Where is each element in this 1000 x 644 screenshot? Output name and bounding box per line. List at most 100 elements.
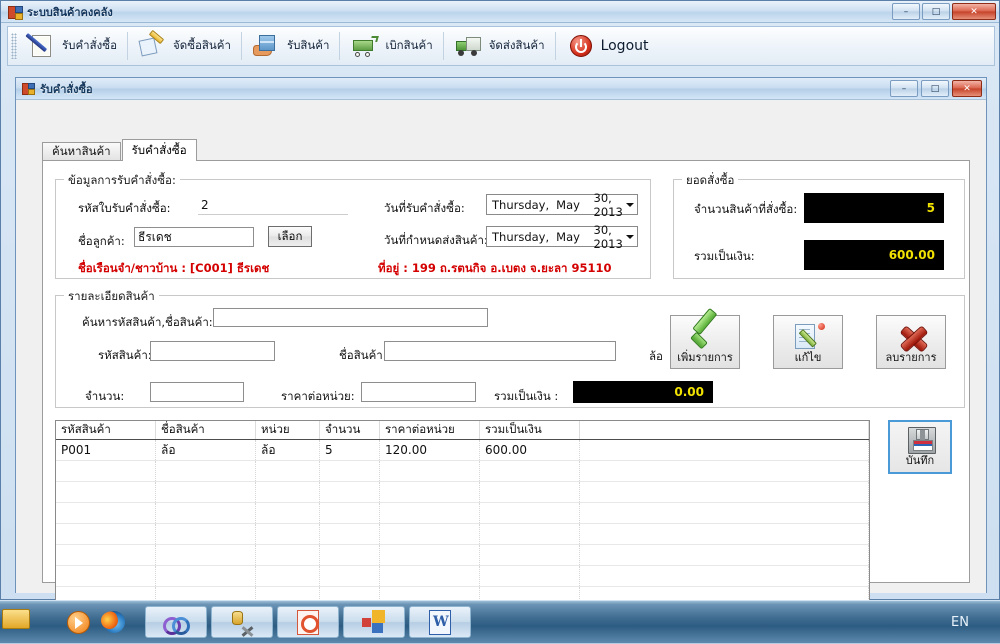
taskbar-item-powerpoint[interactable] — [277, 606, 339, 638]
table-row[interactable]: P001 ล้อ ล้อ 5 120.00 600.00 — [56, 440, 869, 461]
start-button[interactable] — [2, 603, 54, 641]
cell-empty — [480, 545, 580, 565]
customer-name-input[interactable]: ธีรเดช — [134, 227, 254, 247]
app-close-button[interactable]: ✕ — [952, 3, 996, 20]
mdi-close-button[interactable]: ✕ — [952, 80, 982, 97]
select-customer-button[interactable]: เลือก — [268, 226, 312, 247]
toolbar-button-logout[interactable]: Logout — [558, 28, 657, 64]
grid-col-unit-price[interactable]: ราคาต่อหน่วย — [380, 421, 480, 439]
table-row-empty[interactable] — [56, 566, 869, 587]
order-items-grid[interactable]: รหัสสินค้า ชื่อสินค้า หน่วย จำนวน ราคาต่… — [55, 420, 870, 602]
add-item-button[interactable]: เพิ่มรายการ — [670, 315, 740, 369]
chevron-down-icon[interactable] — [623, 202, 637, 207]
receipt-code-input[interactable]: 2 — [198, 195, 348, 215]
cell-empty — [256, 524, 320, 544]
toolbar-label-logout: Logout — [600, 38, 649, 54]
tab-receive-order[interactable]: รับคำสั่งซื้อ — [121, 139, 197, 161]
receive-order-window-controls: – □ ✕ — [890, 80, 982, 97]
table-row-empty[interactable] — [56, 482, 869, 503]
app-maximize-button[interactable]: □ — [922, 3, 950, 20]
media-player-icon[interactable] — [66, 609, 92, 635]
edit-item-button[interactable]: แก้ไข — [773, 315, 843, 369]
grid-col-line-total[interactable]: รวมเป็นเงิน — [480, 421, 580, 439]
cell-empty — [480, 503, 580, 523]
toolbar-button-withdraw[interactable]: เบิกสินค้า — [342, 28, 440, 64]
order-totals-group-title: ยอดสั่งซื้อ — [682, 172, 739, 190]
toolbar-separator — [126, 32, 128, 60]
order-date-picker[interactable]: Thursday , May 30, 2013 — [486, 191, 638, 219]
due-date-comma: , — [545, 229, 550, 244]
taskbar-item-visual-studio[interactable] — [145, 606, 207, 638]
mdi-minimize-button[interactable]: – — [890, 80, 918, 97]
toolbar-label-delivery: จัดส่งสินค้า — [488, 38, 545, 52]
customer-info-text: ชื่อเรือนจำ/ชาวบ้าน : [C001] ธีรเดช — [78, 261, 270, 275]
save-button[interactable]: บันทึก — [888, 420, 952, 474]
cell-empty — [320, 503, 380, 523]
grid-col-unit[interactable]: หน่วย — [256, 421, 320, 439]
toolbar-button-receive-order[interactable]: รับคำสั่งซื้อ — [19, 28, 125, 64]
cell-empty — [56, 566, 156, 586]
power-icon — [566, 32, 596, 60]
product-price-input[interactable] — [361, 382, 476, 402]
grid-col-product-code[interactable]: รหัสสินค้า — [56, 421, 156, 439]
firefox-icon[interactable] — [101, 609, 127, 635]
product-name-input[interactable] — [384, 341, 616, 361]
taskbar-item-colored-squares[interactable] — [343, 606, 405, 638]
product-qty-input[interactable] — [150, 382, 244, 402]
chevron-down-icon[interactable] — [623, 234, 637, 239]
cell-empty — [156, 461, 256, 481]
cell-empty — [380, 461, 480, 481]
grid-col-product-name[interactable]: ชื่อสินค้า — [156, 421, 256, 439]
order-qty-label: จำนวนสินค้าที่สั่งซื้อ: — [694, 202, 798, 216]
app-minimize-button[interactable]: – — [892, 3, 920, 20]
cell-empty — [380, 524, 480, 544]
delete-item-button[interactable]: ลบรายการ — [876, 315, 946, 369]
toolbar-button-delivery[interactable]: จัดส่งสินค้า — [446, 28, 553, 64]
language-indicator[interactable]: EN — [951, 615, 969, 630]
due-date-day: Thursday — [492, 229, 546, 244]
cell-empty — [320, 545, 380, 565]
order-amount-value: 600.00 — [888, 248, 935, 262]
cell-empty — [320, 524, 380, 544]
taskbar-item-database-tools[interactable] — [211, 606, 273, 638]
product-detail-group: รายละเอียดสินค้า ค้นหารหัสสินค้า,ชื่อสิน… — [55, 288, 965, 408]
due-date-picker[interactable]: Thursday , May 30, 2013 — [486, 223, 638, 251]
red-x-icon — [877, 320, 945, 352]
product-code-input[interactable] — [150, 341, 275, 361]
edit-pencil-icon — [774, 320, 842, 352]
grid-col-qty[interactable]: จำนวน — [320, 421, 380, 439]
tab-search-products[interactable]: ค้นหาสินค้า — [42, 142, 121, 161]
cell-empty — [256, 566, 320, 586]
product-search-label: ค้นหารหัสสินค้า,ชื่อสินค้า: — [82, 315, 213, 329]
receipt-code-value: 2 — [201, 197, 209, 212]
toolbar-label-receive-goods: รับสินค้า — [286, 38, 330, 52]
table-row-empty[interactable] — [56, 461, 869, 482]
taskbar-window-list — [145, 606, 471, 638]
tabstrip: ค้นหาสินค้า รับคำสั่งซื้อ ข้อมูลการรับคำ… — [42, 139, 970, 602]
cell-empty — [480, 482, 580, 502]
due-date-label: วันที่กำหนดส่งสินค้า: — [384, 233, 488, 247]
table-row-empty[interactable] — [56, 524, 869, 545]
product-search-input[interactable] — [213, 308, 488, 327]
mdi-maximize-button[interactable]: □ — [921, 80, 949, 97]
grid-empty-rows — [56, 461, 869, 601]
product-name-label: ชื่อสินค้า: — [339, 348, 387, 362]
toolbar-button-receive-goods[interactable]: รับสินค้า — [244, 28, 338, 64]
database-tools-icon — [229, 609, 255, 637]
line-total-display: 0.00 — [573, 381, 713, 403]
grid-col-filler[interactable] — [580, 421, 869, 439]
toolbar-grip[interactable] — [11, 33, 17, 59]
cell-empty — [256, 461, 320, 481]
table-row-empty[interactable] — [56, 545, 869, 566]
green-check-icon — [671, 320, 739, 352]
word-icon — [427, 609, 453, 635]
toolbar-separator — [339, 32, 341, 60]
product-unit-value: ล้อ — [649, 349, 663, 363]
table-row-empty[interactable] — [56, 503, 869, 524]
cell-empty — [580, 545, 869, 565]
cell-filler — [580, 440, 869, 460]
toolbar-button-purchase[interactable]: จัดซื้อสินค้า — [130, 28, 239, 64]
product-detail-group-title: รายละเอียดสินค้า — [64, 288, 159, 306]
taskbar-item-word[interactable] — [409, 606, 471, 638]
cell-unit: ล้อ — [256, 440, 320, 460]
